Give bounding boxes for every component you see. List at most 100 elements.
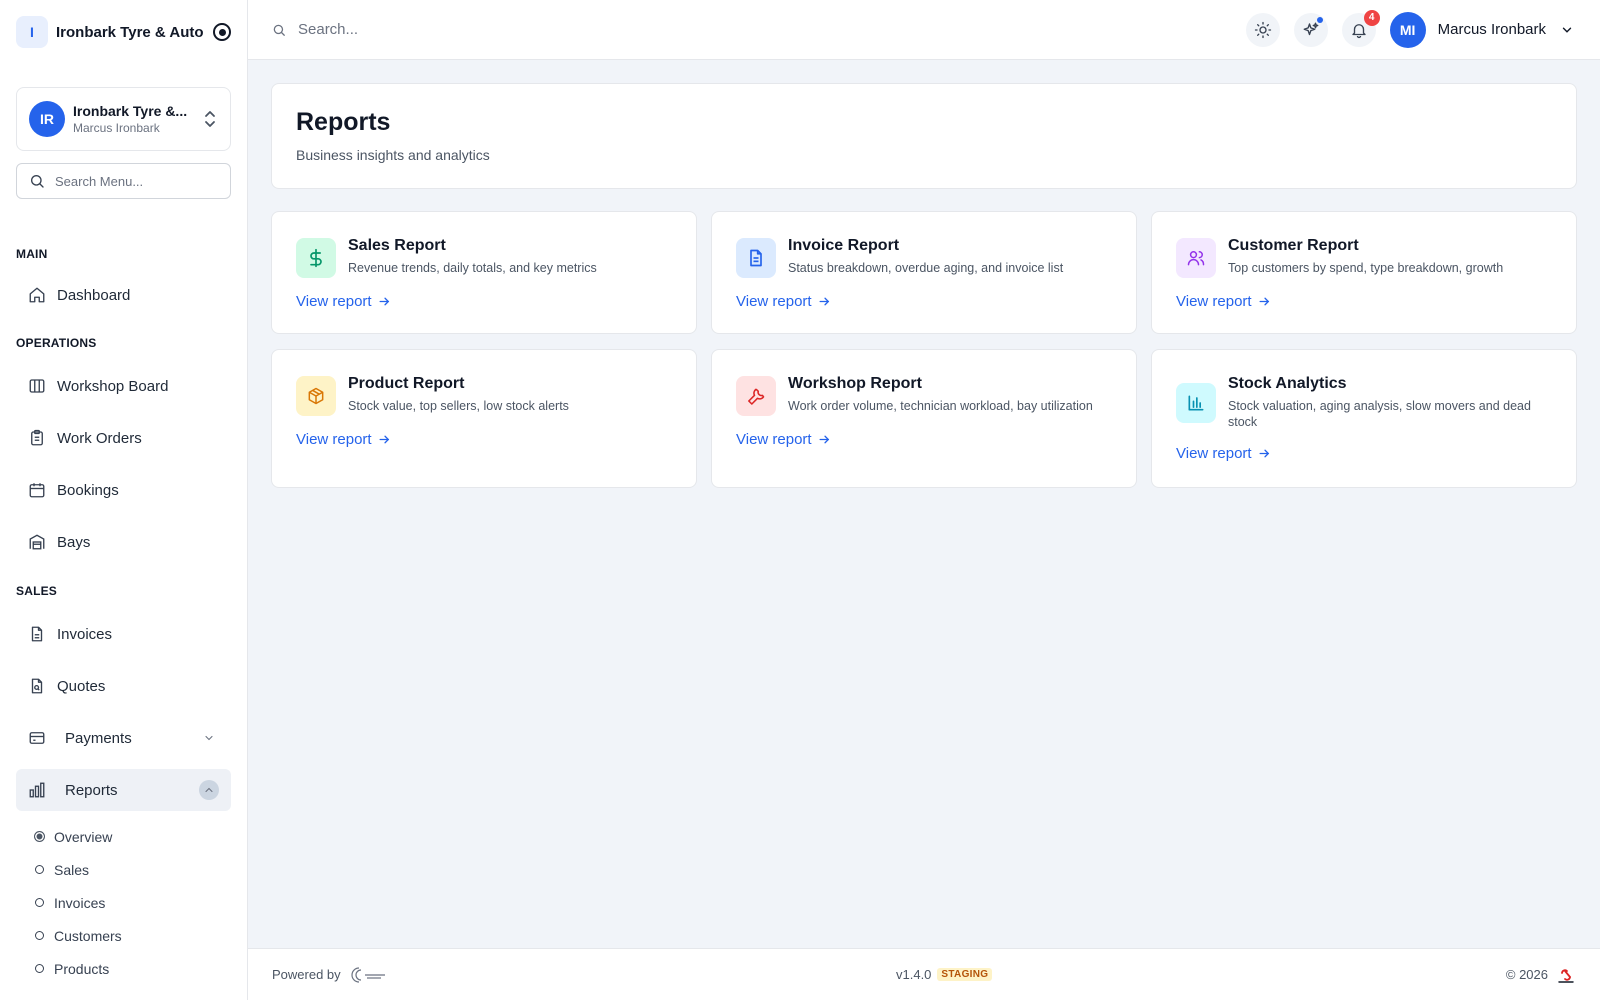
circle-icon [35, 865, 44, 874]
report-card-invoice[interactable]: Invoice Report Status breakdown, overdue… [711, 211, 1137, 334]
sidebar-item-label: Quotes [57, 677, 106, 695]
user-avatar[interactable]: MI [1389, 11, 1426, 48]
sidebar-item-workshop-board[interactable]: Workshop Board [16, 365, 231, 407]
report-card-description: Revenue trends, daily totals, and key me… [348, 261, 597, 275]
view-report-label: View report [1176, 293, 1252, 310]
circle-icon [35, 964, 44, 973]
report-card-workshop[interactable]: Workshop Report Work order volume, techn… [711, 349, 1137, 488]
report-card-customer[interactable]: Customer Report Top customers by spend, … [1151, 211, 1577, 334]
company-logo-icon[interactable] [1556, 965, 1576, 985]
sun-icon [1254, 21, 1271, 38]
report-card-description: Stock value, top sellers, low stock aler… [348, 399, 569, 413]
sidebar-subitem-label: Sales [54, 861, 90, 878]
sidebar-subitem-products[interactable]: Products [0, 952, 247, 985]
menu-search-input[interactable] [55, 173, 205, 189]
radio-dot-icon [34, 831, 45, 842]
calendar-icon [28, 481, 46, 499]
clipboard-icon [28, 429, 46, 447]
report-card-title: Customer Report [1228, 237, 1359, 254]
version-label: v1.4.0 [896, 967, 932, 982]
garage-icon [28, 533, 46, 551]
sidebar-item-bays[interactable]: Bays [16, 521, 231, 563]
dollar-icon [296, 238, 336, 278]
arrow-right-icon [819, 435, 829, 444]
view-report-link[interactable]: View report [736, 431, 831, 448]
org-name: Ironbark Tyre &... [73, 103, 188, 119]
package-icon [296, 376, 336, 416]
sidebar-subitem-label: Products [54, 960, 110, 977]
arrow-right-icon [1259, 297, 1269, 306]
sidebar-subitem-invoices[interactable]: Invoices [0, 886, 247, 919]
sidebar-item-label: Bays [57, 533, 91, 551]
sidebar-subitem-sales[interactable]: Sales [0, 853, 247, 886]
sidebar-item-work-orders[interactable]: Work Orders [16, 417, 231, 459]
user-name[interactable]: Marcus Ironbark [1438, 21, 1546, 38]
menu-search[interactable] [16, 163, 231, 199]
view-report-link[interactable]: View report [296, 293, 391, 310]
sidebar-toggle-icon[interactable] [213, 23, 231, 41]
chevron-up-icon[interactable] [199, 780, 219, 800]
bar-chart-icon [1176, 383, 1216, 423]
global-search[interactable] [272, 21, 1232, 38]
org-switcher[interactable]: IR Ironbark Tyre &... Marcus Ironbark [16, 87, 231, 151]
arrow-right-icon [379, 435, 389, 444]
vendor-logo-icon[interactable] [351, 966, 387, 984]
brand-bar: I Ironbark Tyre & Auto [0, 0, 247, 64]
sidebar: I Ironbark Tyre & Auto IR Ironbark Tyre … [0, 0, 248, 1000]
file-search-icon [28, 677, 46, 695]
sidebar-item-payments[interactable]: Payments [16, 717, 231, 759]
bar-chart-icon [28, 781, 46, 799]
view-report-link[interactable]: View report [296, 431, 391, 448]
report-cards-grid: Sales Report Revenue trends, daily total… [271, 211, 1577, 488]
notifications-button[interactable]: 4 [1341, 9, 1380, 47]
sidebar-item-bookings[interactable]: Bookings [16, 469, 231, 511]
search-icon [273, 24, 285, 36]
chevron-down-icon[interactable] [1558, 21, 1576, 39]
document-icon [736, 238, 776, 278]
report-card-title: Product Report [348, 375, 465, 392]
sparkles-icon [1303, 22, 1319, 35]
org-avatar: IR [29, 101, 65, 137]
report-card-product[interactable]: Product Report Stock value, top sellers,… [271, 349, 697, 488]
brand-logo: I [16, 16, 48, 48]
arrow-right-icon [1259, 449, 1269, 458]
sidebar-item-quotes[interactable]: Quotes [16, 665, 231, 707]
sidebar-item-label: Bookings [57, 481, 119, 499]
home-icon [28, 286, 46, 304]
global-search-input[interactable] [298, 21, 598, 38]
section-label-main: MAIN [16, 247, 48, 261]
sidebar-subitem-overview[interactable]: Overview [0, 820, 247, 853]
file-text-icon [28, 625, 46, 643]
page-header: Reports Business insights and analytics [271, 83, 1577, 189]
theme-toggle-button[interactable] [1245, 12, 1280, 47]
report-card-title: Workshop Report [788, 375, 922, 392]
status-dot [1316, 16, 1323, 23]
report-card-title: Sales Report [348, 237, 446, 254]
report-card-sales[interactable]: Sales Report Revenue trends, daily total… [271, 211, 697, 334]
chevron-down-icon[interactable] [199, 728, 219, 748]
view-report-label: View report [736, 293, 812, 310]
sidebar-item-label: Invoices [57, 625, 113, 643]
view-report-link[interactable]: View report [736, 293, 831, 310]
view-report-link[interactable]: View report [1176, 445, 1271, 462]
sidebar-item-dashboard[interactable]: Dashboard [16, 274, 231, 316]
circle-icon [35, 931, 44, 940]
view-report-label: View report [1176, 445, 1252, 462]
notification-count-badge: 4 [1363, 9, 1380, 26]
view-report-link[interactable]: View report [1176, 293, 1271, 310]
chevron-up-down-icon [205, 111, 215, 127]
sidebar-item-label: Dashboard [57, 286, 131, 304]
ai-assistant-button[interactable] [1293, 12, 1328, 47]
report-card-stock-analytics[interactable]: Stock Analytics Stock valuation, aging a… [1151, 349, 1577, 488]
report-card-description: Status breakdown, overdue aging, and inv… [788, 261, 1064, 275]
footer: Powered by v1.4.0 STAGING © 2026 [248, 948, 1600, 1000]
brand-name: Ironbark Tyre & Auto [56, 23, 204, 41]
sidebar-subitem-customers[interactable]: Customers [0, 919, 247, 952]
sidebar-item-reports[interactable]: Reports [16, 769, 231, 811]
page-subtitle: Business insights and analytics [296, 147, 490, 163]
copyright: © 2026 [1505, 967, 1548, 982]
report-card-description: Stock valuation, aging analysis, slow mo… [1228, 399, 1531, 429]
sidebar-item-invoices[interactable]: Invoices [16, 613, 231, 655]
users-icon [1176, 238, 1216, 278]
view-report-label: View report [296, 431, 372, 448]
